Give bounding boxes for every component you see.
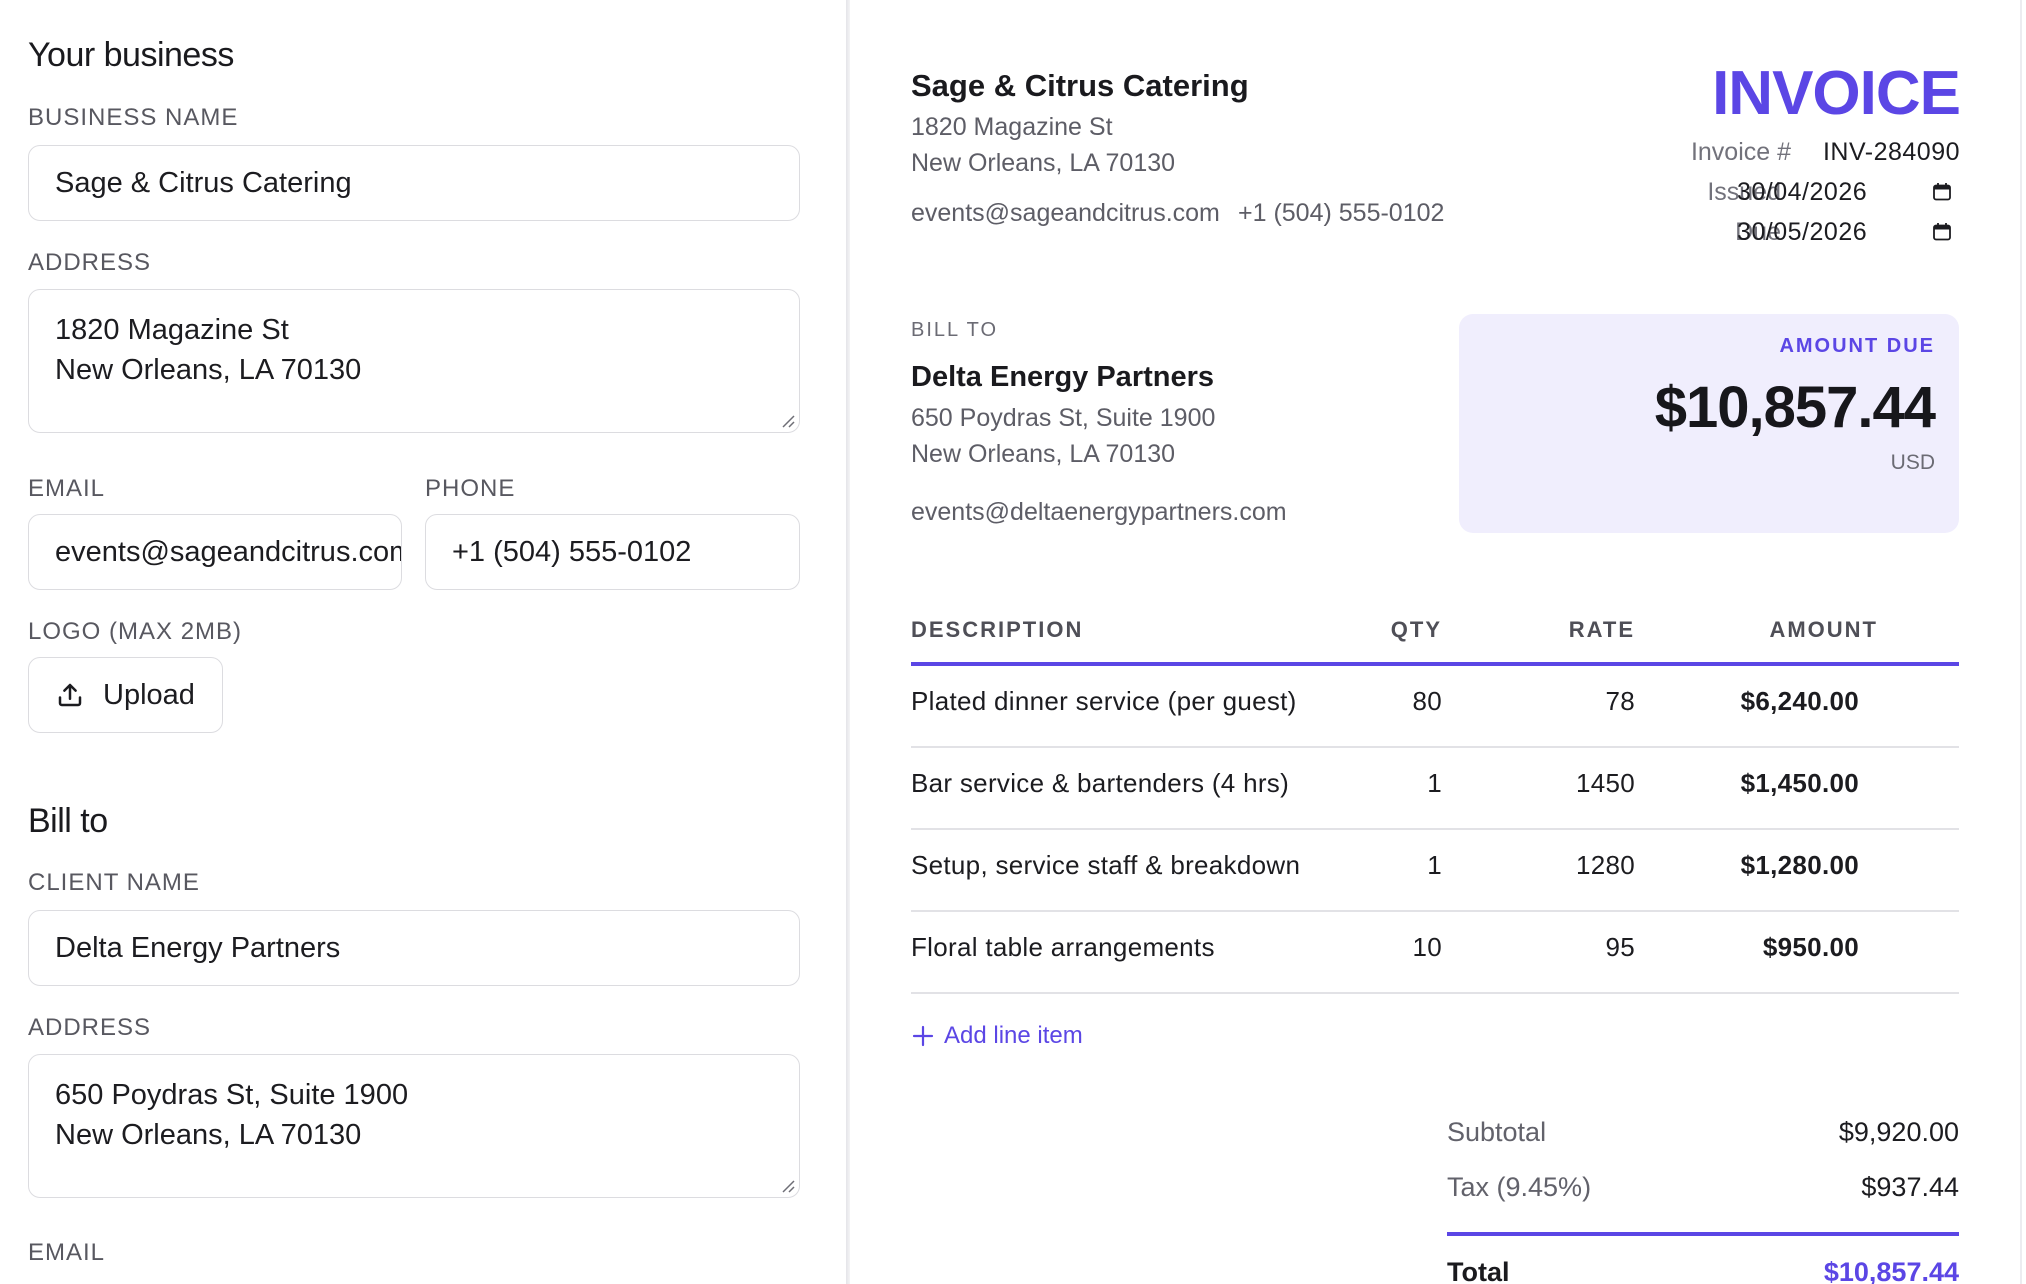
- total-label: Total: [1447, 1257, 1510, 1284]
- line-item-rate[interactable]: 1280: [1576, 850, 1635, 881]
- totals-rule: [1447, 1232, 1959, 1236]
- business-name-value: Sage & Citrus Catering: [55, 166, 352, 199]
- line-item-qty[interactable]: 10: [1412, 932, 1442, 963]
- invoice-business-name: Sage & Citrus Catering: [911, 68, 1249, 103]
- line-item-qty[interactable]: 80: [1412, 686, 1442, 717]
- invoice-number-label: Invoice #: [1690, 138, 1791, 166]
- client-address-line1: 650 Poydras St, Suite 1900: [55, 1079, 409, 1111]
- business-email-label: EMAIL: [28, 475, 106, 502]
- add-line-item-button[interactable]: Add line item: [912, 1022, 1083, 1050]
- business-address-label: ADDRESS: [28, 249, 152, 276]
- client-email-label: EMAIL: [28, 1239, 106, 1266]
- amount-due-card: AMOUNT DUE $10,857.44 USD: [1459, 314, 1959, 533]
- calendar-icon[interactable]: [1932, 222, 1952, 242]
- business-address-line1: 1820 Magazine St: [55, 314, 289, 346]
- invoice-editor-panel: Your business BUSINESS NAME Sage & Citru…: [0, 0, 846, 1284]
- logo-label: LOGO (MAX 2MB): [28, 618, 243, 645]
- calendar-icon[interactable]: [1932, 182, 1952, 202]
- line-item-description[interactable]: Setup, service staff & breakdown: [911, 850, 1300, 881]
- upload-logo-button[interactable]: Upload: [28, 657, 223, 733]
- tax-label: Tax (9.45%): [1447, 1172, 1592, 1202]
- bill-to-heading: Bill to: [28, 802, 108, 840]
- business-phone-value: +1 (504) 555-0102: [452, 535, 692, 568]
- table-row-divider: [911, 910, 1959, 912]
- line-item-qty[interactable]: 1: [1427, 850, 1442, 881]
- business-address-textarea[interactable]: 1820 Magazine St New Orleans, LA 70130: [28, 289, 800, 433]
- business-address-line2: New Orleans, LA 70130: [55, 354, 362, 386]
- bill-to-email: events@deltaenergypartners.com: [911, 498, 1287, 526]
- line-item-amount: $950.00: [1762, 932, 1859, 962]
- bill-to-address-line2: New Orleans, LA 70130: [911, 440, 1176, 468]
- client-name-value: Delta Energy Partners: [55, 931, 341, 964]
- issued-date-input[interactable]: 30/04/2026: [1737, 178, 1867, 207]
- plus-icon: [912, 1025, 934, 1047]
- bill-to-address-line1: 650 Poydras St, Suite 1900: [911, 404, 1216, 432]
- business-email-value: events@sageandcitrus.com: [55, 535, 402, 568]
- bill-to-label: BILL TO: [911, 319, 999, 341]
- invoice-business-phone: +1 (504) 555-0102: [1238, 199, 1445, 227]
- upload-icon: [58, 683, 82, 707]
- line-item-amount: $1,450.00: [1740, 768, 1859, 798]
- table-row-divider: [911, 992, 1959, 994]
- table-header-rule: [911, 662, 1959, 666]
- line-item-amount: $1,280.00: [1740, 850, 1859, 880]
- business-phone-input[interactable]: +1 (504) 555-0102: [425, 514, 800, 590]
- table-row-divider: [911, 746, 1959, 748]
- column-header-rate: RATE: [1568, 617, 1635, 642]
- line-item-description[interactable]: Plated dinner service (per guest): [911, 686, 1297, 717]
- amount-due-currency: USD: [1890, 451, 1935, 474]
- add-line-item-label: Add line item: [944, 1022, 1083, 1049]
- line-item-rate[interactable]: 95: [1605, 932, 1635, 963]
- client-name-input[interactable]: Delta Energy Partners: [28, 910, 800, 986]
- column-header-amount: AMOUNT: [1769, 617, 1878, 642]
- your-business-heading: Your business: [28, 36, 234, 74]
- business-email-input[interactable]: events@sageandcitrus.com: [28, 514, 402, 590]
- amount-due-label: AMOUNT DUE: [1779, 335, 1935, 357]
- client-address-textarea[interactable]: 650 Poydras St, Suite 1900 New Orleans, …: [28, 1054, 800, 1198]
- upload-button-label: Upload: [103, 678, 195, 711]
- table-row-divider: [911, 828, 1959, 830]
- right-edge-border: [2020, 0, 2022, 1284]
- tax-value: $937.44: [1861, 1172, 1959, 1202]
- line-item-rate[interactable]: 1450: [1576, 768, 1635, 799]
- line-item-rate[interactable]: 78: [1605, 686, 1635, 717]
- column-header-qty: QTY: [1390, 617, 1442, 642]
- invoice-business-address-line2: New Orleans, LA 70130: [911, 149, 1176, 177]
- client-address-line2: New Orleans, LA 70130: [55, 1119, 362, 1151]
- app-root: Your business BUSINESS NAME Sage & Citru…: [0, 0, 2026, 1284]
- due-date-input[interactable]: 30/05/2026: [1737, 218, 1867, 247]
- subtotal-label: Subtotal: [1447, 1117, 1547, 1147]
- line-item-description[interactable]: Floral table arrangements: [911, 932, 1215, 963]
- subtotal-value: $9,920.00: [1838, 1117, 1959, 1147]
- business-name-label: BUSINESS NAME: [28, 104, 239, 131]
- invoice-preview: Sage & Citrus Catering 1820 Magazine St …: [850, 0, 2020, 1284]
- resize-grip-icon[interactable]: [779, 1177, 795, 1193]
- client-address-label: ADDRESS: [28, 1014, 152, 1041]
- column-header-description: DESCRIPTION: [911, 617, 1084, 642]
- client-name-label: CLIENT NAME: [28, 869, 200, 896]
- invoice-business-email: events@sageandcitrus.com: [911, 199, 1220, 227]
- invoice-business-address-line1: 1820 Magazine St: [911, 113, 1113, 141]
- resize-grip-icon[interactable]: [779, 412, 795, 428]
- bill-to-client-name: Delta Energy Partners: [911, 361, 1215, 393]
- amount-due-value: $10,857.44: [1654, 375, 1936, 440]
- invoice-number-value[interactable]: INV-284090: [1823, 138, 1960, 167]
- line-item-amount: $6,240.00: [1740, 686, 1859, 716]
- business-name-input[interactable]: Sage & Citrus Catering: [28, 145, 800, 221]
- line-item-qty[interactable]: 1: [1427, 768, 1442, 799]
- invoice-title: INVOICE: [1712, 59, 1961, 128]
- business-phone-label: PHONE: [425, 475, 516, 502]
- line-item-description[interactable]: Bar service & bartenders (4 hrs): [911, 768, 1289, 799]
- total-value: $10,857.44: [1823, 1257, 1959, 1284]
